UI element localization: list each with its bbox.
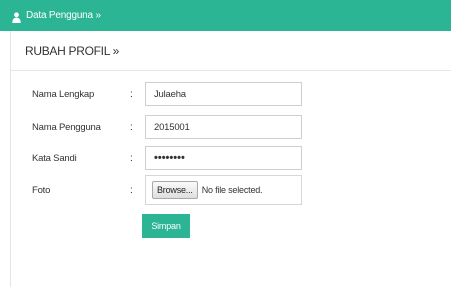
photo-file-input[interactable]: Browse... No file selected. [145, 175, 302, 205]
full-name-row: Nama Lengkap : [11, 82, 451, 106]
username-input[interactable] [145, 115, 302, 139]
password-row: Kata Sandi : [11, 146, 451, 170]
username-row: Nama Pengguna : [11, 115, 451, 139]
breadcrumb-title[interactable]: Data Pengguna » [26, 10, 101, 21]
full-name-label: Nama Lengkap [32, 88, 95, 100]
breadcrumb-bar: Data Pengguna » [0, 0, 451, 31]
person-icon [12, 10, 21, 23]
photo-label: Foto [32, 184, 51, 196]
photo-colon: : [130, 184, 133, 196]
full-name-input[interactable] [145, 82, 302, 106]
file-status: No file selected. [201, 185, 263, 195]
panel-header: RUBAH PROFIL » [11, 31, 451, 71]
password-input[interactable] [145, 146, 302, 170]
browse-button[interactable]: Browse... [152, 181, 198, 199]
photo-row: Foto : Browse... No file selected. [11, 175, 451, 205]
password-colon: : [130, 152, 133, 164]
panel-title: RUBAH PROFIL » [25, 43, 120, 58]
full-name-colon: : [130, 88, 133, 100]
page: Data Pengguna » RUBAH PROFIL » Nama Leng… [0, 0, 451, 291]
password-label: Kata Sandi [32, 152, 77, 164]
username-label: Nama Pengguna [32, 121, 101, 133]
profile-panel: RUBAH PROFIL » Nama Lengkap : Nama Pengg… [10, 31, 451, 287]
username-colon: : [130, 121, 133, 133]
save-button[interactable]: Simpan [142, 214, 190, 238]
